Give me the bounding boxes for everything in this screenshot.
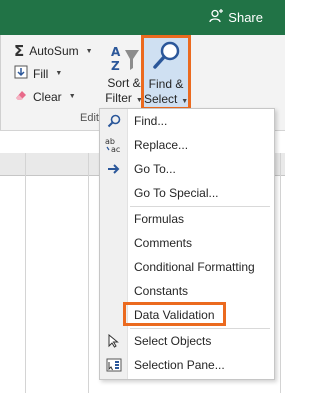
svg-text:ac: ac [111, 145, 120, 153]
chevron-down-icon: ▼ [55, 70, 63, 77]
arrow-right-icon [100, 163, 127, 175]
menu-item-find[interactable]: Find... [100, 110, 274, 132]
data-validation-highlight [123, 302, 226, 326]
menu-item-label: Formulas [134, 212, 185, 226]
menu-separator [130, 206, 270, 207]
menu-item-label: Conditional Formatting [134, 260, 255, 274]
svg-text:A: A [111, 45, 121, 59]
menu-item-comments[interactable]: Comments [100, 232, 274, 254]
selection-pane-icon [100, 358, 127, 372]
cursor-icon [100, 334, 127, 348]
find-select-button[interactable]: Find & Select ▼ [141, 35, 191, 110]
menu-item-label: Replace... [134, 138, 189, 152]
clear-label: Clear [33, 89, 62, 104]
menu-item-conditional-formatting[interactable]: Conditional Formatting [100, 256, 274, 278]
fill-button[interactable]: Fill ▼ [14, 65, 62, 82]
eraser-icon [14, 88, 28, 105]
clear-button[interactable]: Clear ▼ [14, 88, 76, 105]
find-select-menu: Find... ab ac Replace... Go To... Go To S… [99, 108, 275, 380]
grid-line [88, 153, 89, 393]
magnifier-icon [152, 40, 182, 73]
menu-item-label: Find... [134, 114, 168, 128]
menu-item-select-objects[interactable]: Select Objects [100, 330, 274, 352]
editing-group-label: Edit [80, 112, 99, 124]
menu-item-label: Select Objects [134, 334, 212, 348]
find-label-2: Select [144, 92, 178, 106]
sort-filter-button[interactable]: A Z Sort & Filter ▼ [104, 42, 144, 108]
chevron-down-icon: ▼ [68, 93, 76, 100]
sigma-icon: Σ [14, 42, 25, 60]
menu-item-label: Selection Pane... [134, 358, 225, 372]
grid-line [25, 153, 26, 393]
fill-label: Fill [33, 66, 49, 81]
grid-line [280, 153, 281, 393]
share-label: Share [228, 10, 263, 25]
ribbon-divider [0, 35, 1, 130]
share-button[interactable]: Share [209, 9, 263, 26]
find-label-1: Find & [148, 77, 184, 91]
autosum-label: AutoSum [29, 44, 79, 58]
menu-item-constants[interactable]: Constants [100, 280, 274, 302]
sort-label-1: Sort & [107, 76, 141, 90]
sort-label-2: Filter [105, 91, 132, 105]
menu-item-replace[interactable]: ab ac Replace... [100, 134, 274, 156]
menu-item-formulas[interactable]: Formulas [100, 208, 274, 230]
menu-item-label: Comments [134, 236, 193, 250]
menu-item-label: Go To... [134, 162, 176, 176]
menu-separator [130, 328, 270, 329]
person-icon [209, 9, 224, 26]
sort-az-icon: A Z [104, 42, 144, 76]
search-icon [100, 114, 127, 128]
title-bar: Share [0, 0, 285, 35]
replace-icon: ab ac [100, 137, 127, 153]
autosum-button[interactable]: Σ AutoSum ▼ [14, 42, 93, 60]
fill-down-icon [14, 65, 28, 82]
svg-text:Z: Z [111, 59, 120, 73]
chevron-down-icon: ▼ [85, 47, 93, 55]
menu-item-selection-pane[interactable]: Selection Pane... [100, 354, 274, 376]
menu-item-label: Go To Special... [134, 186, 219, 200]
menu-item-goto[interactable]: Go To... [100, 158, 274, 180]
menu-item-goto-special[interactable]: Go To Special... [100, 182, 274, 204]
chevron-down-icon: ▼ [179, 98, 189, 105]
menu-item-label: Constants [134, 284, 189, 298]
